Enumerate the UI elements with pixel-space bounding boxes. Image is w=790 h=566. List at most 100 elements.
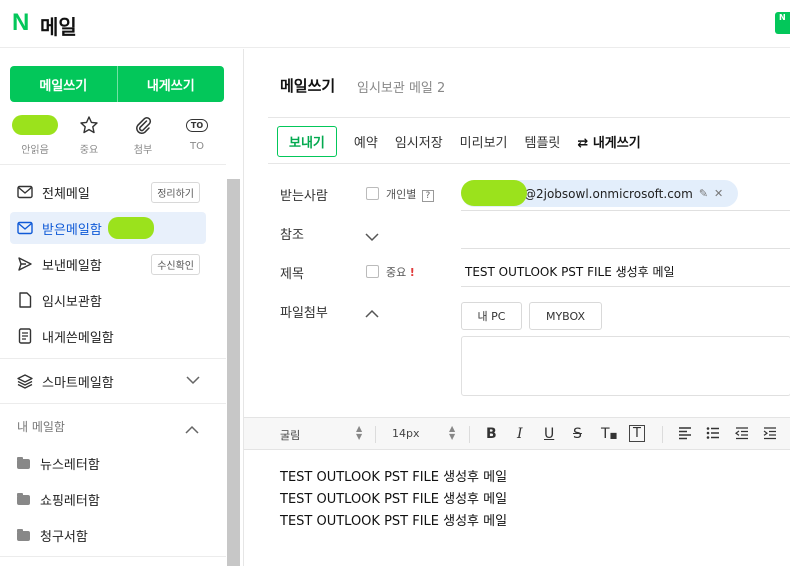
chevron-up-icon[interactable] — [185, 420, 199, 439]
draft-count-link[interactable]: 임시보관 메일 2 — [357, 77, 445, 96]
envelope-icon — [16, 183, 34, 201]
sidebar-divider — [0, 556, 226, 557]
folder-label: 청구서함 — [40, 530, 88, 545]
body-line: TEST OUTLOOK PST FILE 생성후 메일 — [280, 470, 508, 485]
bold-icon[interactable]: B — [486, 426, 497, 442]
star-icon — [79, 114, 99, 136]
notification-badge[interactable]: N — [775, 12, 790, 34]
preview-button[interactable]: 미리보기 — [460, 132, 508, 151]
font-family-select[interactable]: 굴림 — [280, 427, 300, 443]
editor-body[interactable]: TEST OUTLOOK PST FILE 생성후 메일 TEST OUTLOO… — [244, 451, 790, 566]
font-size-select[interactable]: 14px — [392, 427, 420, 440]
schedule-button[interactable]: 예약 — [354, 132, 378, 151]
attach-my-pc-button[interactable]: 내 PC — [461, 302, 522, 330]
sidebar-divider — [0, 403, 226, 404]
cc-field-underline[interactable] — [461, 248, 790, 249]
underline-icon[interactable]: U — [544, 426, 554, 442]
italic-icon[interactable]: I — [517, 426, 523, 442]
redaction-mark — [12, 115, 58, 135]
filter-attachment-label: 첨부 — [133, 145, 153, 156]
compose-button[interactable]: 메일쓰기 — [10, 66, 117, 102]
individual-checkbox[interactable] — [366, 187, 379, 200]
organize-button[interactable]: 정리하기 — [151, 182, 200, 203]
redaction-mark — [108, 217, 154, 239]
toolbar-separator — [375, 426, 376, 443]
folder-newsletter[interactable]: 뉴스레터함 — [17, 454, 100, 473]
sidebar-item-label: 스마트메일함 — [42, 375, 114, 391]
send-icon — [16, 255, 34, 273]
naver-logo[interactable]: N — [12, 10, 29, 36]
filter-important-label: 중요 — [79, 145, 99, 156]
note-icon — [16, 327, 34, 345]
sidebar-item-inbox[interactable]: 받은메일함 — [10, 212, 206, 244]
self-compose-button[interactable]: 내게쓰기 — [118, 66, 225, 102]
toolbar-separator — [469, 426, 470, 443]
header-divider — [268, 117, 790, 118]
to-icon: TO — [185, 114, 209, 136]
sidebar-divider — [0, 164, 226, 165]
attach-mybox-button[interactable]: MYBOX — [529, 302, 602, 330]
sidebar-item-all-mail[interactable]: 전체메일 정리하기 — [10, 176, 206, 208]
body-line: TEST OUTLOOK PST FILE 생성후 메일 — [280, 514, 508, 529]
font-family-stepper-icon[interactable]: ▲ ▼ — [356, 425, 362, 441]
sidebar-item-label: 전체메일 — [42, 186, 90, 202]
sidebar-item-drafts[interactable]: 임시보관함 — [10, 284, 206, 316]
sidebar-scrollbar[interactable] — [227, 179, 240, 566]
strikethrough-icon[interactable]: S — [573, 426, 582, 442]
filter-unread[interactable]: 안읽음 — [8, 114, 62, 158]
body-line: TEST OUTLOOK PST FILE 생성후 메일 — [280, 492, 508, 507]
redaction-mark — [461, 180, 527, 206]
swap-icon: ⇄ — [577, 135, 589, 151]
sidebar: 메일쓰기 내게쓰기 안읽음 중요 첨부 TO TO 전체메일 정리하기 받은메일… — [0, 49, 242, 566]
app-title[interactable]: 메일 — [40, 11, 77, 40]
folder-label: 뉴스레터함 — [40, 458, 100, 473]
top-bar: N 메일 N — [0, 0, 790, 48]
send-button[interactable]: 보내기 — [277, 125, 337, 157]
inbox-icon — [16, 219, 34, 237]
self-compose-toggle-label: 내게쓰기 — [592, 135, 641, 151]
sidebar-item-self-sent[interactable]: 내게쓴메일함 — [10, 320, 206, 352]
sidebar-item-label: 임시보관함 — [42, 294, 102, 310]
filter-to-me[interactable]: TO TO — [170, 114, 224, 158]
sidebar-item-label: 보낸메일함 — [42, 258, 102, 274]
font-size-stepper-icon[interactable]: ▲ ▼ — [449, 425, 455, 441]
help-icon[interactable]: ? — [421, 190, 434, 202]
save-draft-button[interactable]: 임시저장 — [395, 132, 443, 151]
compose-toolbar: 보내기 예약 임시저장 미리보기 템플릿 ⇄ 내게쓰기 — [277, 125, 641, 157]
toolbar-divider — [268, 163, 790, 164]
important-label: 중요 ! — [386, 264, 415, 280]
folder-icon — [17, 528, 30, 541]
remove-recipient-icon[interactable]: ✕ — [714, 187, 723, 200]
sidebar-item-label: 받은메일함 — [42, 222, 102, 238]
sidebar-item-smart-mailbox[interactable]: 스마트메일함 — [10, 365, 206, 397]
attachment-collapse-icon[interactable] — [365, 304, 379, 323]
template-button[interactable]: 템플릿 — [525, 132, 561, 151]
editor-toolbar: 굴림 ▲ ▼ 14px ▲ ▼ B I U S T■ T — [244, 417, 790, 450]
sidebar-item-label: 내게쓴메일함 — [42, 330, 114, 346]
important-checkbox[interactable] — [366, 265, 379, 278]
attachment-dropzone[interactable] — [461, 336, 790, 396]
text-background-icon[interactable]: T — [629, 425, 645, 442]
chevron-down-icon[interactable] — [186, 374, 200, 389]
text-color-icon[interactable]: T■ — [601, 426, 617, 442]
unread-icon — [12, 114, 58, 136]
filter-important[interactable]: 중요 — [62, 114, 116, 158]
recipient-chip[interactable]: @2jobsowl.onmicrosoft.com ✎ ✕ — [461, 180, 738, 207]
sidebar-divider — [0, 358, 226, 359]
bullet-list-icon[interactable] — [706, 426, 720, 443]
subject-input[interactable]: TEST OUTLOOK PST FILE 생성후 메일 — [465, 263, 675, 280]
my-mailbox-heading: 내 메일함 — [17, 420, 65, 434]
folder-icon — [17, 492, 30, 505]
folder-label: 쇼핑레터함 — [40, 494, 100, 509]
self-compose-toggle[interactable]: ⇄ 내게쓰기 — [577, 132, 640, 151]
edit-recipient-icon[interactable]: ✎ — [699, 187, 708, 200]
cc-expand-icon[interactable] — [365, 227, 379, 246]
indent-icon[interactable] — [763, 426, 777, 443]
read-receipt-button[interactable]: 수신확인 — [151, 254, 200, 275]
folder-bills[interactable]: 청구서함 — [17, 526, 88, 545]
filter-attachment[interactable]: 첨부 — [116, 114, 170, 158]
outdent-icon[interactable] — [734, 426, 749, 443]
sidebar-item-sent[interactable]: 보낸메일함 수신확인 — [10, 248, 206, 280]
folder-shopping[interactable]: 쇼핑레터함 — [17, 490, 100, 509]
align-left-icon[interactable] — [678, 426, 692, 443]
